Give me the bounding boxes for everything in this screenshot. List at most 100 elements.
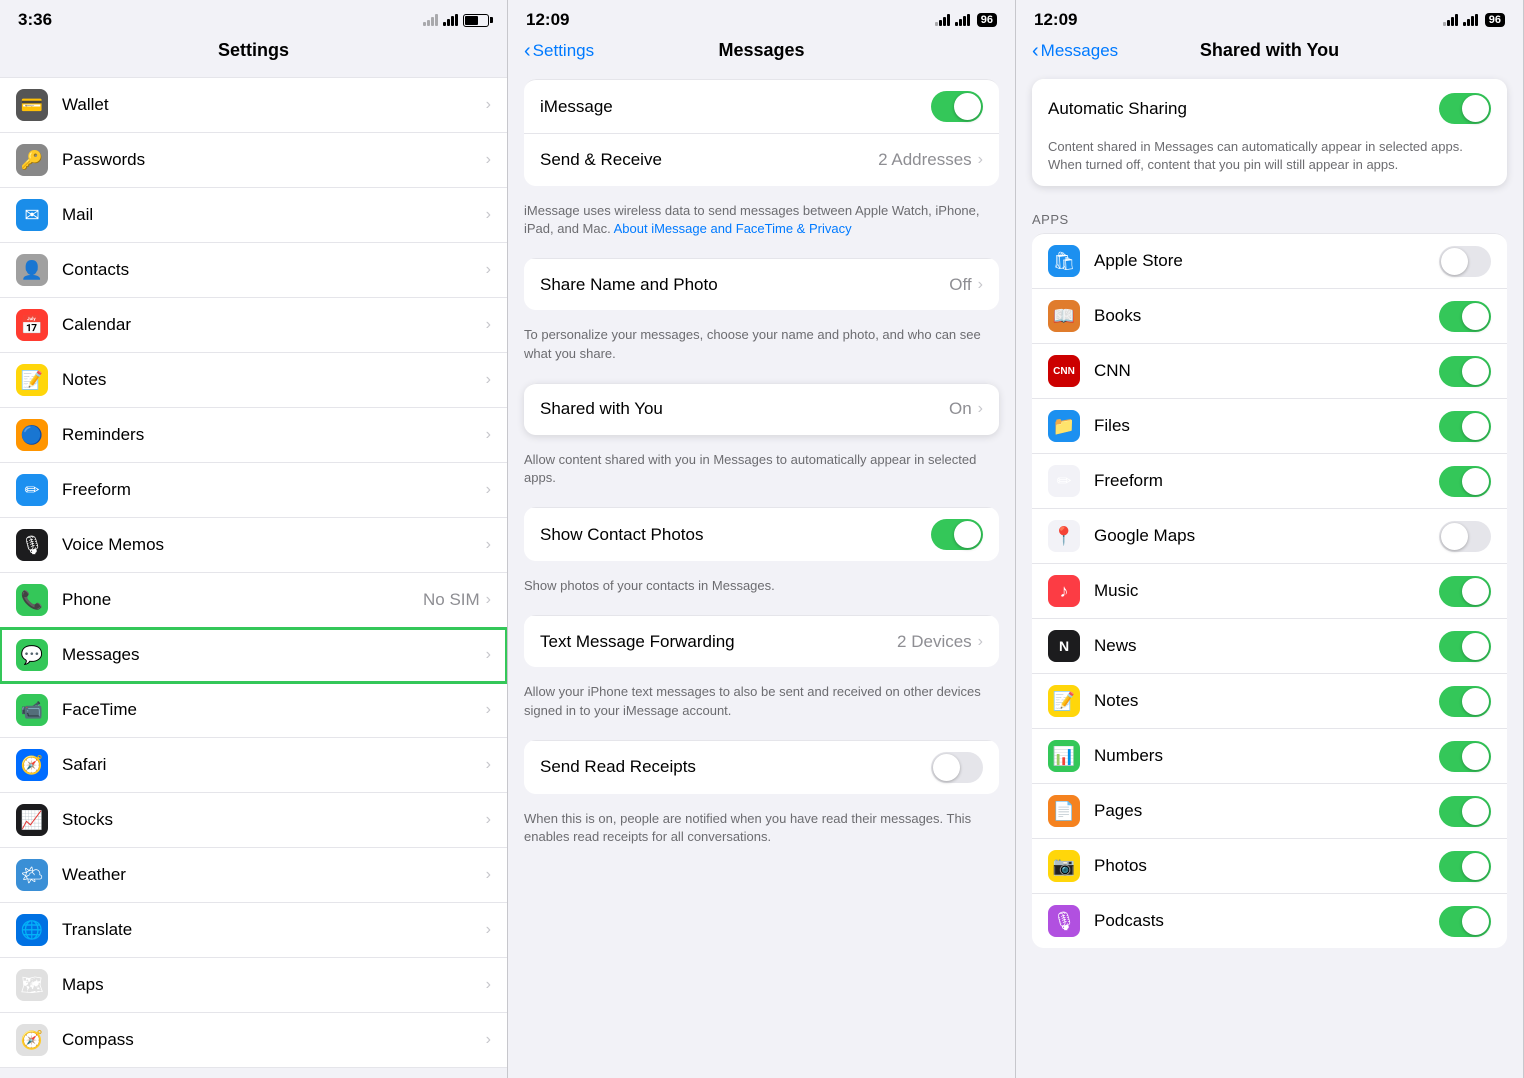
show-contact-row[interactable]: Show Contact Photos — [524, 507, 999, 561]
settings-item-compass[interactable]: 🧭Compass› — [0, 1013, 507, 1068]
panel-messages: 12:09 96 ‹ Settings Messages — [508, 0, 1016, 1078]
shared-with-you-section: Shared with You On › — [524, 383, 999, 435]
app-item-pages[interactable]: 📄Pages — [1032, 784, 1507, 839]
share-name-section: Share Name and Photo Off › — [524, 258, 999, 310]
app-toggle-freeform[interactable] — [1439, 466, 1491, 497]
app-toggle-news[interactable] — [1439, 631, 1491, 662]
app-toggle-music[interactable] — [1439, 576, 1491, 607]
send-read-row[interactable]: Send Read Receipts — [524, 740, 999, 794]
app-item-freeform[interactable]: ✏Freeform — [1032, 454, 1507, 509]
send-receive-row[interactable]: Send & Receive 2 Addresses › — [524, 134, 999, 186]
item-chevron-compass: › — [486, 1031, 491, 1049]
item-chevron-phone: › — [486, 591, 491, 609]
settings-item-reminders[interactable]: 🔵Reminders› — [0, 408, 507, 463]
app-item-notes[interactable]: 📝Notes — [1032, 674, 1507, 729]
item-chevron-wallet: › — [486, 96, 491, 114]
app-toggle-files[interactable] — [1439, 411, 1491, 442]
app-toggle-cnn[interactable] — [1439, 356, 1491, 387]
item-label-calendar: Calendar — [62, 315, 486, 335]
text-fwd-row[interactable]: Text Message Forwarding 2 Devices › — [524, 615, 999, 667]
shared-back-label: Messages — [1041, 41, 1118, 61]
imessage-link[interactable]: About iMessage and FaceTime & Privacy — [614, 221, 852, 236]
settings-item-wallet[interactable]: 💳Wallet› — [0, 77, 507, 133]
settings-item-translate[interactable]: 🌐Translate› — [0, 903, 507, 958]
settings-item-facetime[interactable]: 📹FaceTime› — [0, 683, 507, 738]
messages-back-button[interactable]: ‹ Settings — [524, 41, 594, 61]
messages-title: Messages — [718, 40, 804, 61]
app-label-news: News — [1094, 636, 1439, 656]
imessage-toggle[interactable] — [931, 91, 983, 122]
app-toggle-applestore[interactable] — [1439, 246, 1491, 277]
app-toggle-googlemaps[interactable] — [1439, 521, 1491, 552]
app-label-books: Books — [1094, 306, 1439, 326]
item-label-wallet: Wallet — [62, 95, 486, 115]
app-label-cnn: CNN — [1094, 361, 1439, 381]
auto-sharing-row[interactable]: Automatic Sharing — [1032, 79, 1507, 138]
app-item-books[interactable]: 📖 Books — [1032, 289, 1507, 344]
app-icon-applestore: 🛍 — [1048, 245, 1080, 277]
send-read-label: Send Read Receipts — [540, 757, 931, 777]
item-label-facetime: FaceTime — [62, 700, 486, 720]
item-icon-messages: 💬 — [16, 639, 48, 671]
app-item-photos[interactable]: 📷Photos — [1032, 839, 1507, 894]
status-icons-3: 96 — [1443, 13, 1505, 27]
settings-item-stocks[interactable]: 📈Stocks› — [0, 793, 507, 848]
signal-icon-1 — [423, 14, 438, 26]
item-label-weather: Weather — [62, 865, 486, 885]
app-toggle-photos[interactable] — [1439, 851, 1491, 882]
settings-item-maps[interactable]: 🗺Maps› — [0, 958, 507, 1013]
settings-item-safari[interactable]: 🧭Safari› — [0, 738, 507, 793]
settings-item-contacts[interactable]: 👤Contacts› — [0, 243, 507, 298]
settings-list[interactable]: 💳Wallet›🔑Passwords›✉Mail›👤Contacts›📅Cale… — [0, 69, 507, 1078]
shared-nav-header: ‹ Messages Shared with You — [1016, 34, 1523, 69]
app-item-cnn[interactable]: CNNCNN — [1032, 344, 1507, 399]
app-toggle-numbers[interactable] — [1439, 741, 1491, 772]
shared-with-you-row[interactable]: Shared with You On › — [524, 383, 999, 435]
item-icon-compass: 🧭 — [16, 1024, 48, 1056]
settings-item-messages[interactable]: 💬Messages› — [0, 628, 507, 683]
settings-item-calendar[interactable]: 📅Calendar› — [0, 298, 507, 353]
app-item-applestore[interactable]: 🛍Apple Store — [1032, 233, 1507, 289]
settings-item-weather[interactable]: 🌤Weather› — [0, 848, 507, 903]
settings-item-freeform[interactable]: ✏Freeform› — [0, 463, 507, 518]
app-item-music[interactable]: ♪Music — [1032, 564, 1507, 619]
text-fwd-desc: Allow your iPhone text messages to also … — [508, 677, 1015, 729]
settings-item-phone[interactable]: 📞PhoneNo SIM› — [0, 573, 507, 628]
app-item-files[interactable]: 📁Files — [1032, 399, 1507, 454]
app-toggle-podcasts[interactable] — [1439, 906, 1491, 937]
item-icon-voicememos: 🎙 — [16, 529, 48, 561]
wifi-icon-3 — [1463, 14, 1478, 26]
app-icon-pages: 📄 — [1048, 795, 1080, 827]
share-name-chevron: › — [978, 276, 983, 294]
app-toggle-notes[interactable] — [1439, 686, 1491, 717]
app-icon-books: 📖 — [1048, 300, 1080, 332]
imessage-label: iMessage — [540, 97, 931, 117]
item-chevron-stocks: › — [486, 811, 491, 829]
status-time-3: 12:09 — [1034, 10, 1077, 30]
show-contact-toggle[interactable] — [931, 519, 983, 550]
messages-nav-header: ‹ Settings Messages — [508, 34, 1015, 69]
app-label-numbers: Numbers — [1094, 746, 1439, 766]
app-item-news[interactable]: NNews — [1032, 619, 1507, 674]
app-icon-googlemaps: 📍 — [1048, 520, 1080, 552]
settings-item-passwords[interactable]: 🔑Passwords› — [0, 133, 507, 188]
app-toggle-pages[interactable] — [1439, 796, 1491, 827]
item-icon-notes: 📝 — [16, 364, 48, 396]
app-toggle-books[interactable] — [1439, 301, 1491, 332]
auto-sharing-toggle[interactable] — [1439, 93, 1491, 124]
back-chevron-3: ‹ — [1032, 41, 1039, 61]
item-label-contacts: Contacts — [62, 260, 486, 280]
settings-item-mail[interactable]: ✉Mail› — [0, 188, 507, 243]
app-item-podcasts[interactable]: 🎙Podcasts — [1032, 894, 1507, 948]
status-bar-3: 12:09 96 — [1016, 0, 1523, 34]
item-chevron-weather: › — [486, 866, 491, 884]
share-name-row[interactable]: Share Name and Photo Off › — [524, 258, 999, 310]
shared-back-button[interactable]: ‹ Messages — [1032, 41, 1118, 61]
send-read-toggle[interactable] — [931, 752, 983, 783]
settings-item-notes[interactable]: 📝Notes› — [0, 353, 507, 408]
item-label-notes: Notes — [62, 370, 486, 390]
imessage-row[interactable]: iMessage — [524, 79, 999, 134]
settings-item-voicememos[interactable]: 🎙Voice Memos› — [0, 518, 507, 573]
app-item-numbers[interactable]: 📊Numbers — [1032, 729, 1507, 784]
app-item-googlemaps[interactable]: 📍Google Maps — [1032, 509, 1507, 564]
